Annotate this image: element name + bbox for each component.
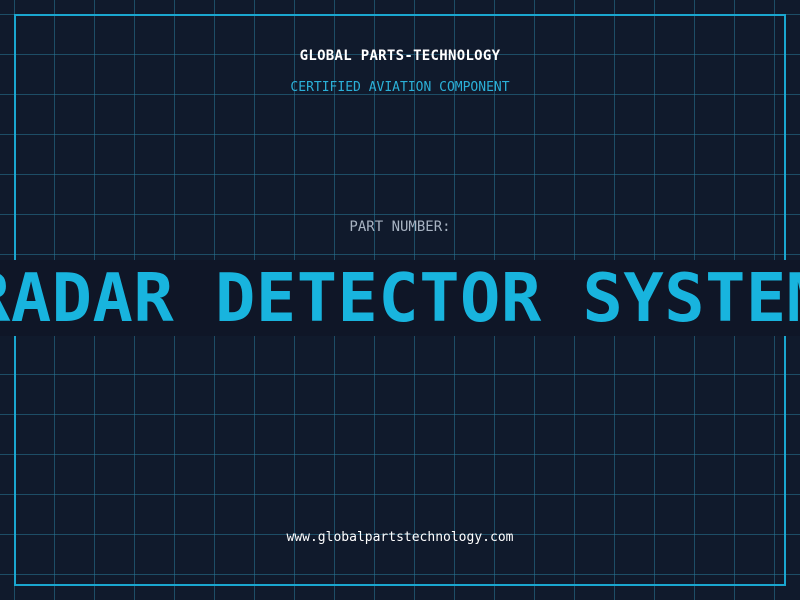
part-number-label: PART NUMBER: <box>349 219 451 235</box>
part-name-banner: RADAR DETECTOR SYSTEM <box>0 260 800 336</box>
website-url: www.globalpartstechnology.com <box>286 530 514 545</box>
company-name: GLOBAL PARTS-TECHNOLOGY <box>299 48 501 64</box>
part-name: RADAR DETECTOR SYSTEM <box>0 260 800 336</box>
certification-tagline: CERTIFIED AVIATION COMPONENT <box>290 80 510 95</box>
